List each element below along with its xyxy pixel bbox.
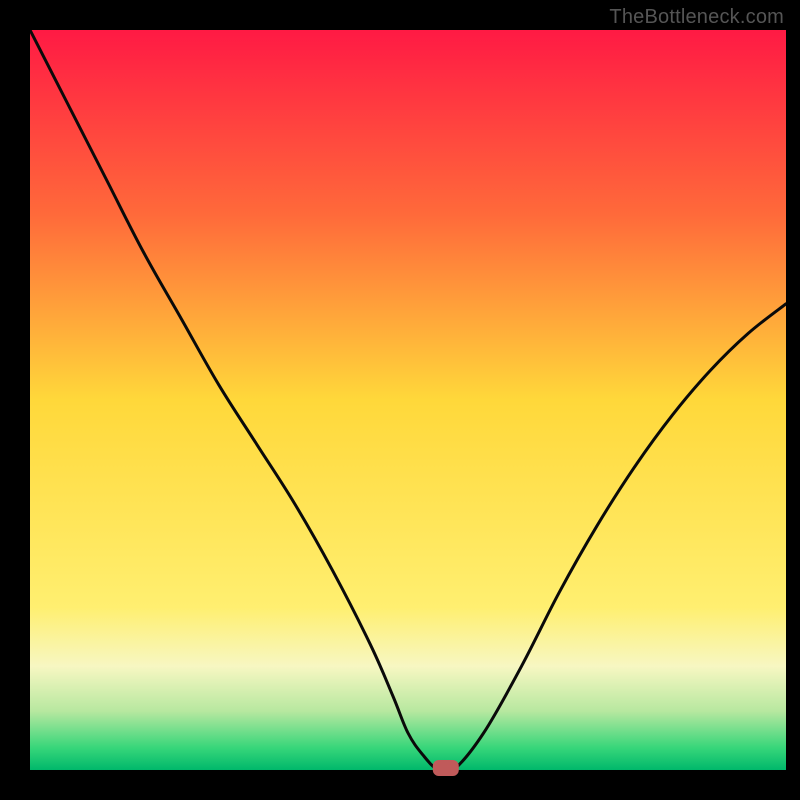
bottleneck-chart: [0, 0, 800, 800]
watermark-text: TheBottleneck.com: [609, 6, 784, 29]
plot-background: [30, 30, 786, 770]
chart-frame: TheBottleneck.com: [0, 0, 800, 800]
optimal-point-marker: [433, 760, 459, 776]
